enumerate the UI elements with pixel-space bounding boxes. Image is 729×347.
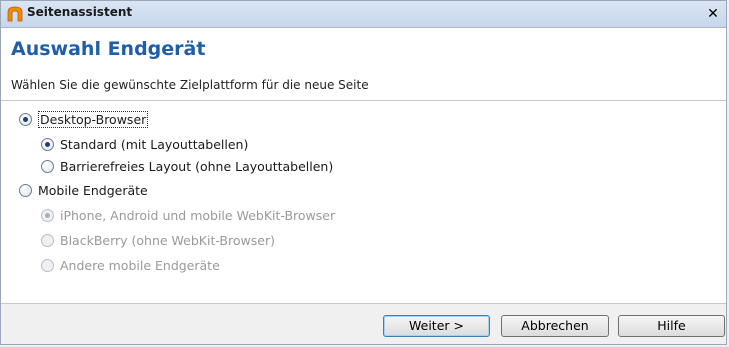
dialog-window: Seitenassistent ✕ Auswahl Endgerät Wähle… (0, 0, 727, 345)
window-title: Seitenassistent (27, 5, 133, 19)
radio-label: iPhone, Android und mobile WebKit-Browse… (60, 207, 336, 223)
title-bar[interactable]: Seitenassistent ✕ (1, 1, 726, 28)
close-icon[interactable]: ✕ (704, 5, 722, 23)
radio-mobile-devices[interactable]: Mobile Endgeräte (19, 180, 148, 200)
radio-desktop-browser[interactable]: Desktop-Browser (19, 109, 149, 129)
radio-barrierefrei[interactable]: Barrierefreies Layout (ohne Layouttabell… (41, 156, 333, 176)
radio-label: Andere mobile Endgeräte (60, 257, 220, 273)
help-button[interactable]: Hilfe (618, 315, 725, 337)
app-icon (7, 6, 23, 22)
radio-button[interactable] (19, 183, 32, 197)
wizard-header: Auswahl Endgerät Wählen Sie die gewünsch… (1, 28, 726, 101)
next-button[interactable]: Weiter > (383, 315, 490, 337)
radio-blackberry: BlackBerry (ohne WebKit-Browser) (41, 230, 275, 250)
radio-other-mobile: Andere mobile Endgeräte (41, 255, 220, 275)
radio-button[interactable] (41, 137, 54, 151)
radio-label: BlackBerry (ohne WebKit-Browser) (60, 232, 275, 248)
radio-label: Desktop-Browser (38, 110, 149, 128)
radio-standard[interactable]: Standard (mit Layouttabellen) (41, 134, 248, 154)
radio-iphone-android: iPhone, Android und mobile WebKit-Browse… (41, 205, 335, 225)
radio-button (41, 258, 54, 272)
button-bar: Weiter > Abbrechen Hilfe (1, 303, 726, 344)
page-subtitle: Wählen Sie die gewünschte Zielplattform … (11, 78, 369, 92)
radio-button (41, 233, 54, 247)
radio-label: Barrierefreies Layout (ohne Layouttabell… (60, 158, 334, 174)
radio-button (41, 208, 54, 222)
radio-button[interactable] (41, 159, 54, 173)
cancel-button[interactable]: Abbrechen (501, 315, 609, 337)
radio-label: Standard (mit Layouttabellen) (60, 136, 249, 152)
page-title: Auswahl Endgerät (11, 38, 206, 60)
radio-label: Mobile Endgeräte (38, 182, 148, 198)
radio-button[interactable] (19, 112, 32, 126)
